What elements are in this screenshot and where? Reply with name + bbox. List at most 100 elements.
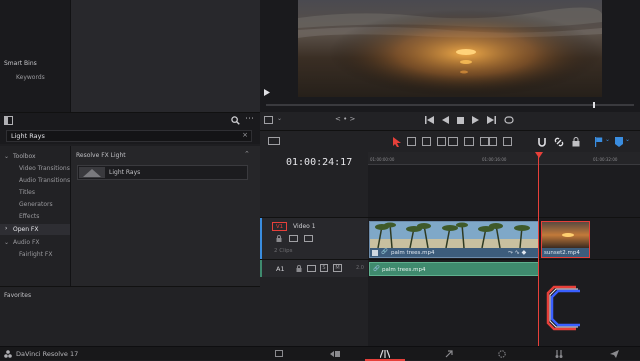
clear-search-icon[interactable]: × — [242, 131, 248, 139]
color-page-icon[interactable] — [498, 350, 506, 358]
chevron-down-icon[interactable]: ⌄ — [625, 136, 630, 143]
link-icon: 🔗 — [381, 249, 388, 255]
v1-destination[interactable]: V1 — [272, 222, 287, 231]
clip-badge-icon — [372, 250, 378, 256]
trim-tool-icon[interactable] — [407, 137, 416, 146]
viewer-panel — [260, 0, 640, 112]
flag-icon[interactable] — [595, 137, 603, 147]
smart-bins-title: Smart Bins — [4, 60, 37, 67]
media-page-icon[interactable] — [275, 350, 283, 357]
status-bar: DaVinci Resolve 17 — [0, 346, 640, 361]
play-icon[interactable] — [472, 116, 479, 124]
tree-item-audio-transitions[interactable]: Audio Transitions — [19, 177, 70, 184]
chevron-down-icon: ⌄ — [4, 239, 10, 246]
video-clip-palm-trees[interactable]: 🔗 palm trees.mp4 ⤳ ∿ ◆ — [369, 221, 539, 258]
ruler-label: 01:00:16:00 — [482, 157, 507, 162]
deliver-page-icon[interactable] — [610, 350, 619, 358]
skip-back-icon[interactable] — [425, 116, 434, 124]
lock-icon[interactable] — [276, 235, 282, 242]
search-icon[interactable] — [231, 116, 240, 125]
insert-clip-icon[interactable] — [448, 137, 458, 146]
link-icon: 🔗 — [373, 266, 380, 272]
solo-button[interactable]: S — [320, 264, 328, 272]
app-name: DaVinci Resolve 17 — [16, 350, 79, 358]
tree-item-titles[interactable]: Titles — [19, 189, 35, 196]
ruler-label: 01:00:32:00 — [593, 157, 618, 162]
a1-label[interactable]: A1 — [276, 265, 285, 273]
insert-tools — [448, 137, 490, 146]
clip-thumbnails — [370, 222, 538, 248]
chevron-right-icon: › — [5, 225, 8, 232]
tree-item-effects[interactable]: Effects — [19, 213, 39, 220]
mute-button[interactable]: M — [333, 264, 342, 272]
clip-name: palm trees.mp4 — [382, 267, 426, 273]
stop-icon[interactable] — [457, 116, 464, 124]
viewer-layout-icon[interactable] — [264, 116, 273, 124]
link-icon[interactable] — [554, 137, 564, 147]
chevron-up-icon[interactable]: ⌃ — [244, 150, 250, 158]
monitor-icon[interactable] — [304, 235, 313, 242]
fusion-page-icon[interactable] — [445, 350, 453, 358]
chevron-down-icon[interactable]: ⌄ — [605, 136, 610, 143]
viewer-scrubber[interactable] — [266, 102, 634, 108]
marker-icon[interactable] — [615, 137, 623, 147]
category-header: Resolve FX Light — [76, 152, 126, 159]
playhead[interactable] — [538, 152, 539, 346]
audio-clip-palm-trees[interactable]: 🔗 palm trees.mp4 — [369, 262, 539, 276]
loop-icon[interactable] — [504, 116, 514, 124]
panel-toggle-icon[interactable] — [4, 116, 13, 125]
track-color-bar — [260, 260, 262, 278]
search-input[interactable]: Light Rays × — [6, 130, 252, 142]
lock-icon[interactable] — [296, 265, 302, 272]
video-clip-sunset[interactable]: sunset2.mp4 — [541, 221, 590, 258]
auto-select-icon[interactable] — [307, 265, 316, 272]
tree-item-generators[interactable]: Generators — [19, 201, 53, 208]
tree-item-toolbox[interactable]: Toolbox — [13, 153, 36, 160]
step-forward-icon[interactable] — [487, 116, 496, 124]
selection-tool-icon[interactable] — [393, 137, 401, 147]
ripple-icon[interactable] — [503, 137, 512, 146]
dynamic-trim-icon[interactable] — [422, 137, 431, 146]
track-header-empty — [260, 277, 368, 346]
snapping-icon[interactable] — [537, 137, 547, 147]
track-name[interactable]: Video 1 — [293, 223, 316, 230]
effects-results: Resolve FX Light ⌃ Light Rays — [71, 146, 260, 286]
cut-page-icon[interactable] — [330, 351, 340, 357]
tree-item-audio-fx[interactable]: Audio FX — [13, 239, 40, 246]
keywords-bin[interactable]: Keywords — [16, 74, 45, 81]
lock-icon[interactable] — [572, 137, 580, 147]
watermark-logo — [546, 285, 580, 331]
viewer-nav-dots[interactable]: < • > — [335, 115, 355, 123]
timeline-view-icon[interactable] — [268, 137, 280, 145]
lift-icon[interactable] — [488, 137, 497, 146]
bin-list-panel: Smart Bins Keywords — [0, 0, 70, 112]
playhead-handle[interactable] — [535, 152, 543, 158]
overwrite-clip-icon[interactable] — [464, 137, 474, 146]
track-lane-a1: 🔗 palm trees.mp4 — [368, 259, 640, 277]
edit-page-icon — [380, 350, 390, 358]
step-back-icon[interactable] — [442, 116, 449, 124]
chevron-down-icon[interactable]: ⌄ — [277, 115, 282, 122]
fairlight-page-icon[interactable] — [555, 350, 563, 358]
effect-label: Light Rays — [109, 169, 141, 176]
track-color-bar — [260, 218, 262, 260]
track-header-a1: A1 S M 2.0 — [260, 259, 368, 278]
timeline-ruler[interactable]: 01:00:00:00 01:00:16:00 01:00:32:00 — [368, 152, 640, 165]
track-lane-v1: 🔗 palm trees.mp4 ⤳ ∿ ◆ sunset2.mp4 — [368, 217, 640, 259]
play-small-icon[interactable] — [264, 89, 270, 96]
clip-name: palm trees.mp4 — [391, 250, 435, 256]
timecode-display[interactable]: 01:00:24:17 — [286, 157, 352, 168]
favorites-panel: Favorites — [0, 286, 260, 346]
tree-item-fairlight-fx[interactable]: Fairlight FX — [19, 251, 52, 258]
extra-tools — [488, 137, 512, 146]
auto-select-icon[interactable] — [289, 235, 298, 242]
tree-item-video-transitions[interactable]: Video Transitions — [19, 165, 70, 172]
edit-page-tab[interactable] — [365, 347, 405, 361]
blade-tool-icon[interactable] — [437, 137, 446, 146]
scrubber-handle[interactable] — [593, 102, 595, 108]
tree-item-openfx-row[interactable]: › Open FX — [0, 224, 70, 235]
transport-controls — [425, 116, 514, 124]
tree-item-open-fx: Open FX — [13, 226, 39, 233]
effect-light-rays[interactable]: Light Rays — [77, 165, 248, 180]
more-options-icon[interactable]: ⋯ — [245, 114, 254, 124]
